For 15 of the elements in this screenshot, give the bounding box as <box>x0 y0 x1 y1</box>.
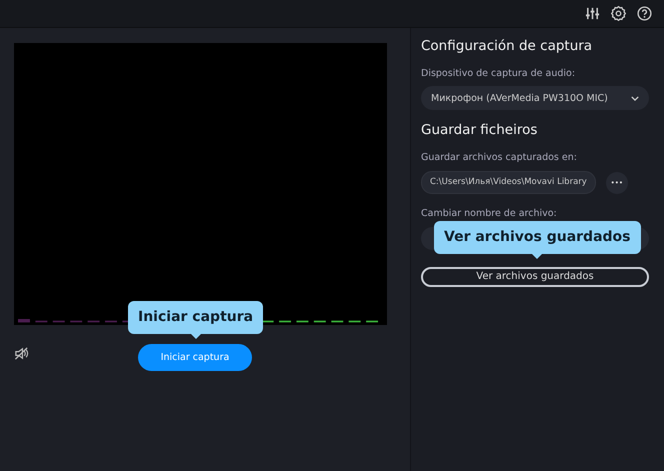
field-label: Cambiar nombre de archivo: <box>421 208 557 219</box>
field-label: Dispositivo de captura de audio: <box>421 68 576 79</box>
view-saved-files-button[interactable]: Ver archivos guardados <box>421 266 649 286</box>
section-title: Guardar ficheiros <box>421 122 538 138</box>
chevron-down-icon <box>631 96 639 100</box>
section-title: Configuración de captura <box>421 38 592 54</box>
settings-icon[interactable] <box>611 6 626 21</box>
field-label: Guardar archivos capturados en: <box>421 152 577 163</box>
equalizer-icon[interactable] <box>585 6 600 21</box>
mute-icon[interactable] <box>14 346 29 361</box>
help-icon[interactable] <box>637 6 652 21</box>
folder-path-field[interactable]: C:\Users\Илья\Videos\Movavi Library <box>421 171 596 194</box>
tooltip: Ver archivos guardados <box>434 221 640 259</box>
device-dropdown[interactable]: Микрофон (AVerMedia PW310O MIC) <box>421 86 649 110</box>
tooltip: Iniciar captura <box>128 301 264 339</box>
